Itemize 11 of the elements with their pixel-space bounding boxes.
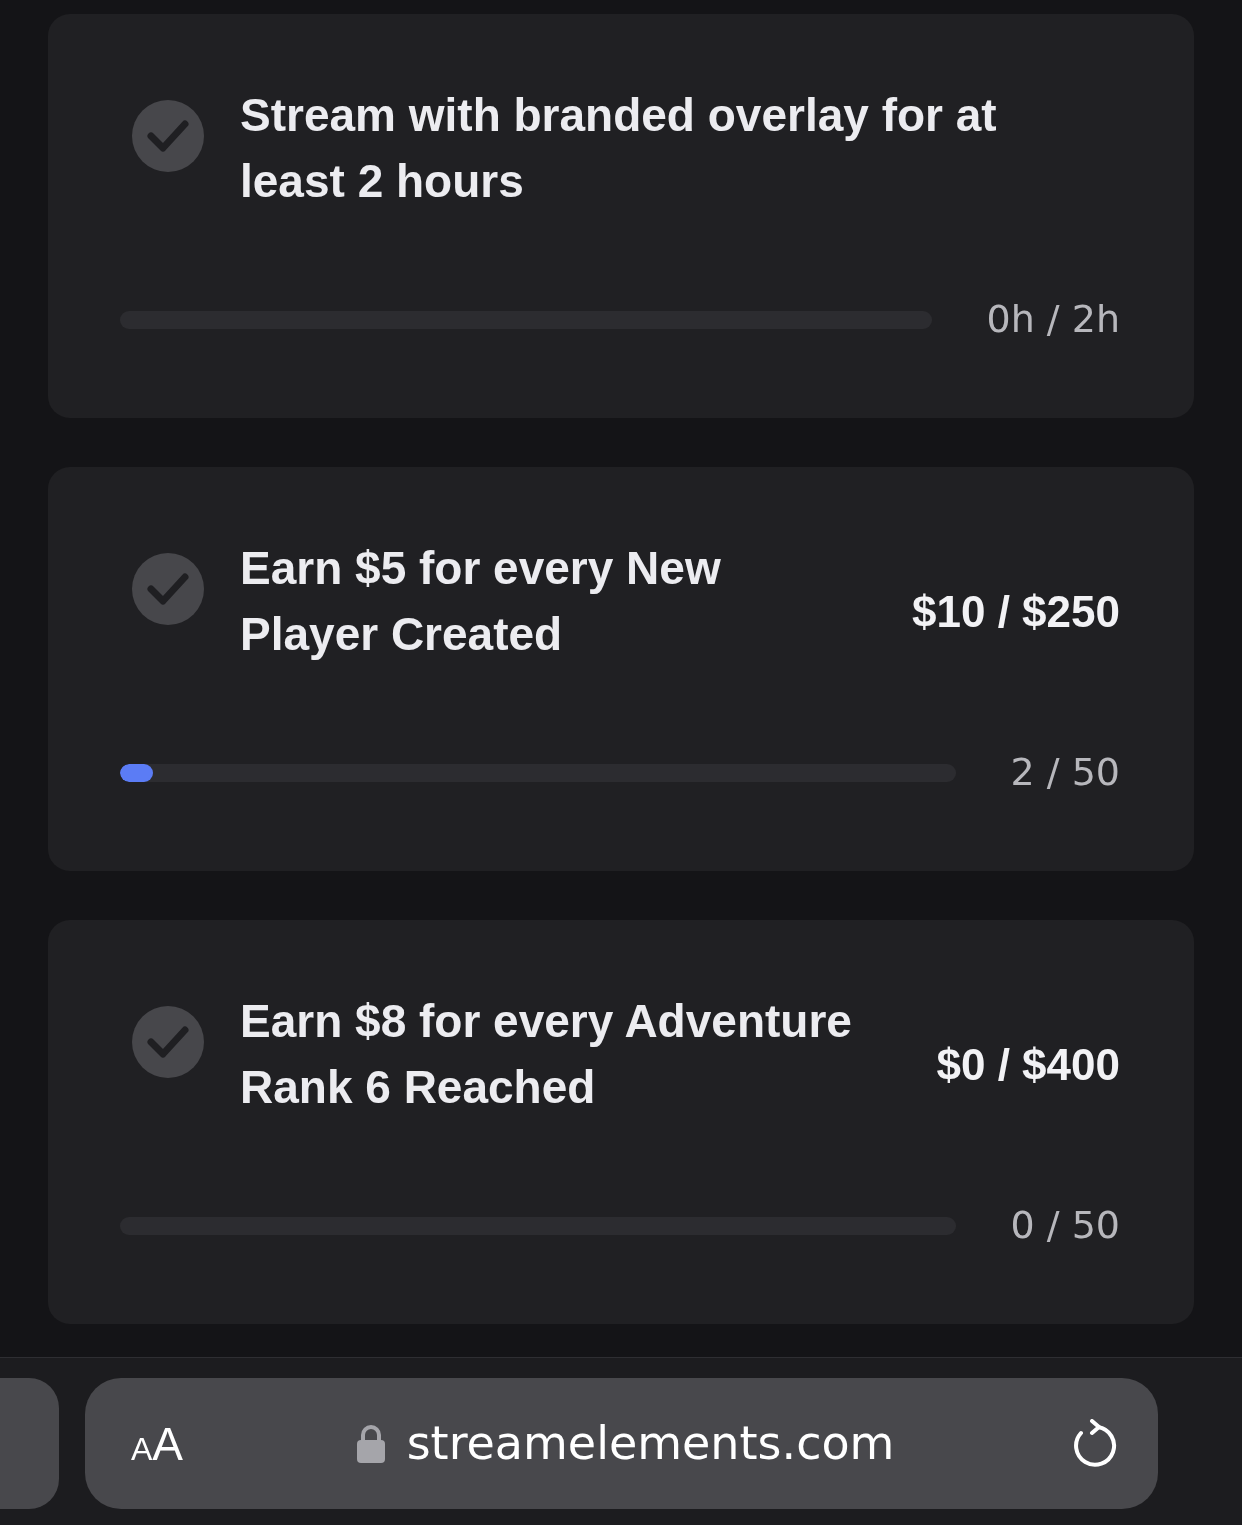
task-title: Stream with branded overlay for at least 2 hours <box>240 88 998 209</box>
address-bar[interactable]: AA streamelements.com <box>85 1378 1158 1509</box>
reward-amount: $10 / $250 <box>912 586 1120 638</box>
text-size-button[interactable]: AA <box>131 1420 184 1467</box>
task-title: Earn $5 for every New Player Created <box>240 541 722 662</box>
progress-reading: 2 / 50 <box>1010 749 1120 796</box>
progress-reading: 0h / 2h <box>986 296 1120 343</box>
url-text: streamelements.com <box>406 1415 895 1472</box>
progress-reading: 0 / 50 <box>1010 1202 1120 1249</box>
reward-amount: $0 / $400 <box>936 1039 1120 1091</box>
task-title: Earn $8 for every Adventure Rank 6 Reached <box>240 994 853 1115</box>
